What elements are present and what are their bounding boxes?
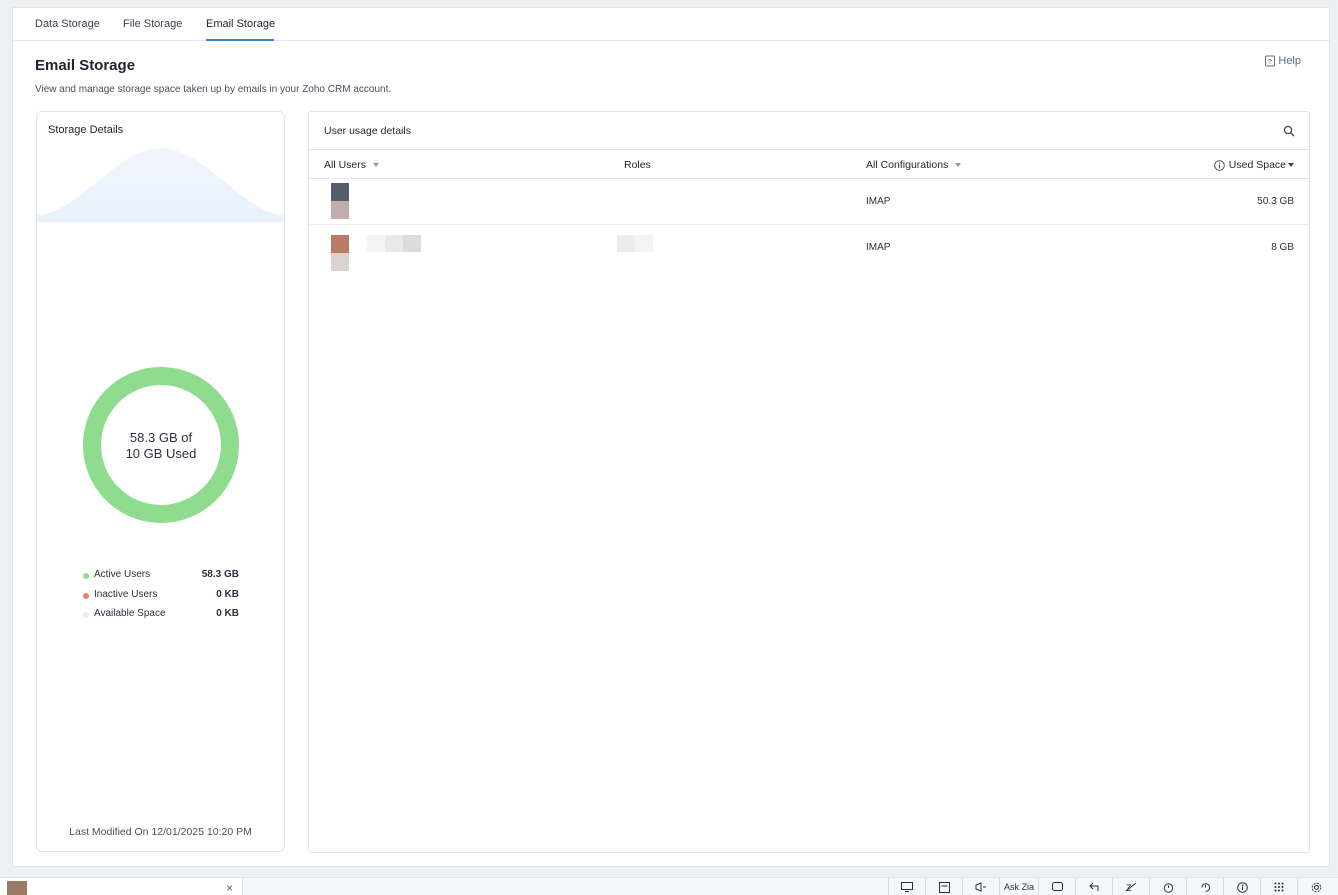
all-users-filter[interactable]: All Users (324, 159, 380, 171)
last-modified-text: Last Modified On 12/01/2025 10:20 PM (69, 826, 252, 838)
all-users-label: All Users (324, 159, 367, 171)
legend-dot-inactive (83, 592, 89, 599)
legend-label: Available Space (94, 608, 166, 619)
search-icon[interactable] (1283, 125, 1295, 137)
bottom-toolbar: × Ask Zia Z (0, 877, 1338, 895)
tab-data-storage[interactable]: Data Storage (35, 18, 100, 30)
usage-line-2: 10 GB Used (125, 446, 197, 461)
settings-icon[interactable] (1297, 878, 1334, 895)
legend-value: 0 KB (216, 588, 239, 600)
legend-label: Inactive Users (94, 588, 158, 600)
tab-bar: Data Storage File Storage Email Storage (13, 8, 1329, 41)
help-label: Help (1278, 55, 1301, 67)
roles-label: Roles (624, 159, 651, 171)
table-header-row: All Users Roles All Configurations Used … (309, 149, 1309, 179)
legend-value: 0 KB (216, 608, 239, 619)
legend-item-inactive-users: Inactive Users 0 KB (83, 589, 239, 609)
help-icon: ? (1265, 55, 1276, 67)
svg-text:?: ? (1268, 59, 1272, 66)
help-link[interactable]: ? Help (1264, 55, 1301, 67)
page-description: View and manage storage space taken up b… (35, 84, 392, 95)
legend-dot-available (83, 612, 89, 618)
user-usage-title: User usage details (324, 125, 411, 137)
feedback-icon[interactable] (1038, 878, 1075, 895)
tab-email-storage[interactable]: Email Storage (206, 18, 275, 30)
screen-share-icon[interactable] (888, 878, 925, 895)
zia-off-icon[interactable]: Z (1112, 878, 1149, 895)
info-icon[interactable] (1214, 159, 1225, 171)
roles-column-header: Roles (624, 159, 651, 171)
chevron-down-icon (955, 163, 962, 167)
all-configurations-filter[interactable]: All Configurations (866, 159, 962, 171)
used-space-cell: 50.3 GB (1257, 196, 1294, 207)
ask-zia-button[interactable]: Ask Zia (999, 878, 1038, 895)
used-space-sort[interactable]: Used Space (1214, 159, 1294, 171)
legend-label: Active Users (94, 569, 151, 580)
reply-icon[interactable] (1075, 878, 1112, 895)
legend-dot-active (83, 573, 89, 579)
main-panel: Data Storage File Storage Email Storage … (12, 7, 1330, 867)
history-icon[interactable] (1186, 878, 1223, 895)
close-icon[interactable]: × (226, 881, 233, 895)
apps-grid-icon[interactable] (1260, 878, 1297, 895)
table-row[interactable]: IMAP 50.3 GB (309, 179, 1309, 225)
configuration-cell: IMAP (866, 196, 891, 207)
minimized-window-tab[interactable]: × (0, 878, 243, 895)
storage-legend: Active Users 58.3 GB Inactive Users 0 KB… (83, 569, 239, 628)
notes-icon[interactable] (925, 878, 962, 895)
window-thumbnail (7, 881, 27, 895)
storage-details-title: Storage Details (48, 124, 124, 136)
used-space-cell: 8 GB (1271, 242, 1294, 253)
redacted-role (617, 235, 653, 252)
accessibility-icon[interactable] (1223, 878, 1260, 895)
legend-value: 58.3 GB (201, 569, 239, 580)
legend-item-available-space: Available Space 0 KB (83, 608, 239, 628)
tab-file-storage[interactable]: File Storage (123, 18, 182, 30)
storage-usage-text: 58.3 GB of 10 GB Used (82, 430, 240, 462)
page-title: Email Storage (35, 57, 136, 74)
user-usage-card: User usage details All Users Roles All C… (308, 111, 1310, 853)
active-tab-indicator (206, 39, 274, 41)
avatar (331, 183, 349, 219)
sort-caret-icon (1288, 163, 1294, 167)
chevron-down-icon (373, 163, 380, 167)
used-space-label: Used Space (1228, 159, 1286, 171)
legend-item-active-users: Active Users 58.3 GB (83, 569, 239, 589)
storage-details-card: Storage Details 58.3 GB of 10 GB Used Ac… (36, 111, 285, 852)
redacted-user-name (367, 235, 421, 252)
configuration-cell: IMAP (866, 242, 891, 253)
table-row[interactable]: IMAP 8 GB (309, 225, 1309, 271)
usage-line-1: 58.3 GB of (129, 430, 193, 445)
announce-icon[interactable] (962, 878, 999, 895)
alarm-icon[interactable] (1149, 878, 1186, 895)
avatar (331, 235, 349, 271)
all-configurations-label: All Configurations (866, 159, 949, 171)
toolbar-icons: Ask Zia Z (888, 878, 1334, 895)
